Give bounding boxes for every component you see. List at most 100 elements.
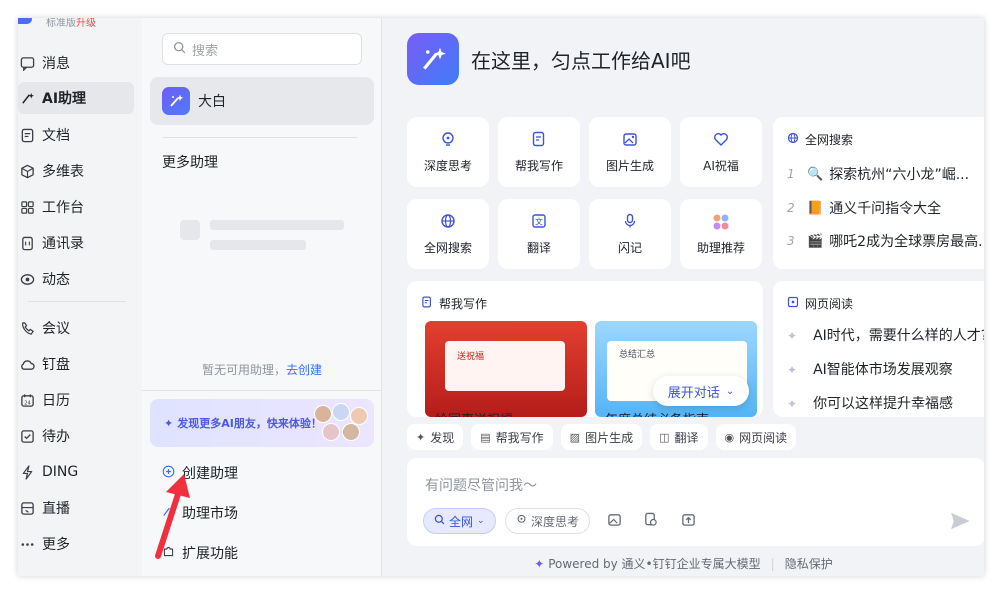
org-logo[interactable] xyxy=(18,18,32,24)
reading-item[interactable]: ✦ AI智能体市场发展观察 xyxy=(787,359,953,379)
skeleton-placeholder xyxy=(210,240,306,250)
more-icon xyxy=(19,536,35,552)
avatars-icon xyxy=(712,213,730,233)
ding-icon xyxy=(19,464,35,480)
composer-input[interactable]: 有问题尽管问我～ xyxy=(425,475,537,495)
chip-discover[interactable]: ✦ 发现 xyxy=(407,424,464,450)
todo-icon xyxy=(19,428,35,444)
image-upload-icon[interactable] xyxy=(607,512,622,531)
assistant-item-current[interactable]: 大白 xyxy=(150,77,374,125)
create-link[interactable]: 去创建 xyxy=(286,363,322,377)
chip-image-gen[interactable]: ▨ 图片生成 xyxy=(560,424,643,450)
file-attach-icon[interactable] xyxy=(643,512,658,531)
chip-label: 网页阅读 xyxy=(739,430,788,445)
nav-item-todo[interactable]: 待办 xyxy=(18,420,134,452)
send-icon[interactable] xyxy=(949,510,971,537)
upload-icon[interactable] xyxy=(681,512,696,531)
main-panel: 在这里，匀点工作给AI吧 深度思考 帮我写作 图片生成 AI祝福 全网搜索 文 … xyxy=(383,18,984,576)
nav-item-messages[interactable]: 消息 xyxy=(18,47,134,79)
search-result-item[interactable]: 1 🔍 探索杭州“六小龙”崛... xyxy=(787,164,969,184)
nav-item-cloud-drive[interactable]: 钉盘 xyxy=(18,348,134,380)
tile-write[interactable]: 帮我写作 xyxy=(498,117,580,187)
heart-icon xyxy=(713,131,729,151)
nav-item-multi-table[interactable]: 多维表 xyxy=(18,155,134,187)
nav-item-ai-assistant[interactable]: AI助理 xyxy=(18,82,134,114)
sparkle-icon: ✦ xyxy=(164,416,174,430)
rank: 2 xyxy=(787,201,795,215)
reading-item[interactable]: ✦ 你可以这样提升幸福感 xyxy=(787,393,953,413)
nav-label: 日历 xyxy=(42,393,70,409)
activity-icon xyxy=(19,271,35,287)
result-text: 探索杭州“六小龙”崛... xyxy=(829,167,970,183)
globe-icon xyxy=(787,132,799,147)
search-result-item[interactable]: 3 🎬 哪吒2成为全球票房最高... xyxy=(787,231,984,251)
nav-item-more[interactable]: 更多 xyxy=(18,528,134,560)
upgrade-link[interactable]: 升级 xyxy=(76,18,96,28)
book-emoji-icon: 📙 xyxy=(807,200,824,216)
sparkle-icon: ✦ xyxy=(416,430,426,444)
tile-translate[interactable]: 文 翻译 xyxy=(498,199,580,269)
tile-label: 图片生成 xyxy=(605,158,654,173)
tile-label: 全网搜索 xyxy=(423,240,472,255)
translate-icon: ◫ xyxy=(659,430,670,444)
cloud-drive-icon xyxy=(19,356,35,372)
search-emoji-icon: 🔍 xyxy=(807,166,824,182)
deep-thinking-toggle[interactable]: 深度思考 xyxy=(505,508,591,534)
nav-label: 待办 xyxy=(42,429,70,445)
chip-write[interactable]: ▤ 帮我写作 xyxy=(471,424,553,450)
svg-text:文: 文 xyxy=(535,216,543,226)
web-scope-dropdown[interactable]: 全网 ⌄ xyxy=(423,508,496,534)
web-search-card: 全网搜索 1 🔍 探索杭州“六小龙”崛... 2 📙 通义千问指令大全 3 🎬 哪吒2成为全… xyxy=(773,117,984,269)
discover-ai-friends-banner[interactable]: ✦ 发现更多AI朋友，快来体验！ xyxy=(150,399,374,447)
assistant-avatar xyxy=(162,87,190,115)
avatars-icon xyxy=(312,403,368,443)
tile-assistant-recommend[interactable]: 助理推荐 xyxy=(680,199,762,269)
globe-icon xyxy=(440,213,456,233)
writing-template-thumbnail[interactable]: 送祝福 xyxy=(425,321,587,417)
search-result-item[interactable]: 2 📙 通义千问指令大全 xyxy=(787,198,941,218)
nav-item-meeting[interactable]: 会议 xyxy=(18,312,134,344)
divider xyxy=(162,137,358,138)
nav-item-activity[interactable]: 动态 xyxy=(18,263,134,295)
divider xyxy=(142,390,382,391)
nav-item-documents[interactable]: 文档 xyxy=(18,119,134,151)
tile-ai-blessing[interactable]: AI祝福 xyxy=(680,117,762,187)
empty-assistants-text: 暂无可用助理，去创建 xyxy=(142,361,382,378)
result-text: 哪吒2成为全球票房最高... xyxy=(829,234,984,250)
nav-divider xyxy=(28,301,126,302)
edition-label: 标准版 xyxy=(46,18,76,28)
assistant-search-input[interactable]: 搜索 xyxy=(162,33,362,65)
card-title: 帮我写作 xyxy=(439,297,488,311)
chip-translate[interactable]: ◫ 翻译 xyxy=(650,424,708,450)
write-icon xyxy=(531,131,547,151)
nav-label: 消息 xyxy=(42,56,70,72)
template-tag: 送祝福 xyxy=(457,352,485,362)
nav-label: DING xyxy=(42,464,79,480)
chip-web-reading[interactable]: ◉ 网页阅读 xyxy=(715,424,797,450)
tile-flash-note[interactable]: 闪记 xyxy=(589,199,671,269)
svg-text:24: 24 xyxy=(24,400,31,406)
reading-item[interactable]: ✦ AI时代，需要什么样的人才? xyxy=(787,325,984,345)
nav-label: 工作台 xyxy=(42,200,84,216)
web-reading-card: 网页阅读 ✦ AI时代，需要什么样的人才? ✦ AI智能体市场发展观察 ✦ 你可以这样… xyxy=(773,281,984,417)
reading-text: AI时代，需要什么样的人才? xyxy=(813,328,984,344)
privacy-link[interactable]: 隐私保护 xyxy=(785,557,833,571)
chip-label: 发现 xyxy=(430,430,455,445)
expand-conversation-button[interactable]: 展开对话 ⌄ xyxy=(653,376,749,406)
nav-item-calendar[interactable]: 24 日历 xyxy=(18,384,134,416)
nav-item-contacts[interactable]: 通讯录 xyxy=(18,227,134,259)
template-caption: 年度总结必备指南 xyxy=(605,409,709,417)
tile-image-gen[interactable]: 图片生成 xyxy=(589,117,671,187)
rank: 1 xyxy=(787,167,795,181)
nav-label: 多维表 xyxy=(42,164,84,180)
ai-assistant-icon xyxy=(19,90,35,106)
nav-item-live[interactable]: 直播 xyxy=(18,492,134,524)
nav-item-ding[interactable]: DING xyxy=(18,456,134,488)
chip-label: 帮我写作 xyxy=(495,430,544,445)
nav-item-workbench[interactable]: 工作台 xyxy=(18,191,134,223)
empty-text: 暂无可用助理， xyxy=(201,363,286,377)
tile-web-search[interactable]: 全网搜索 xyxy=(407,199,489,269)
tile-label: AI祝福 xyxy=(703,158,739,173)
nav-label: 动态 xyxy=(42,272,70,288)
tile-deep-thinking[interactable]: 深度思考 xyxy=(407,117,489,187)
